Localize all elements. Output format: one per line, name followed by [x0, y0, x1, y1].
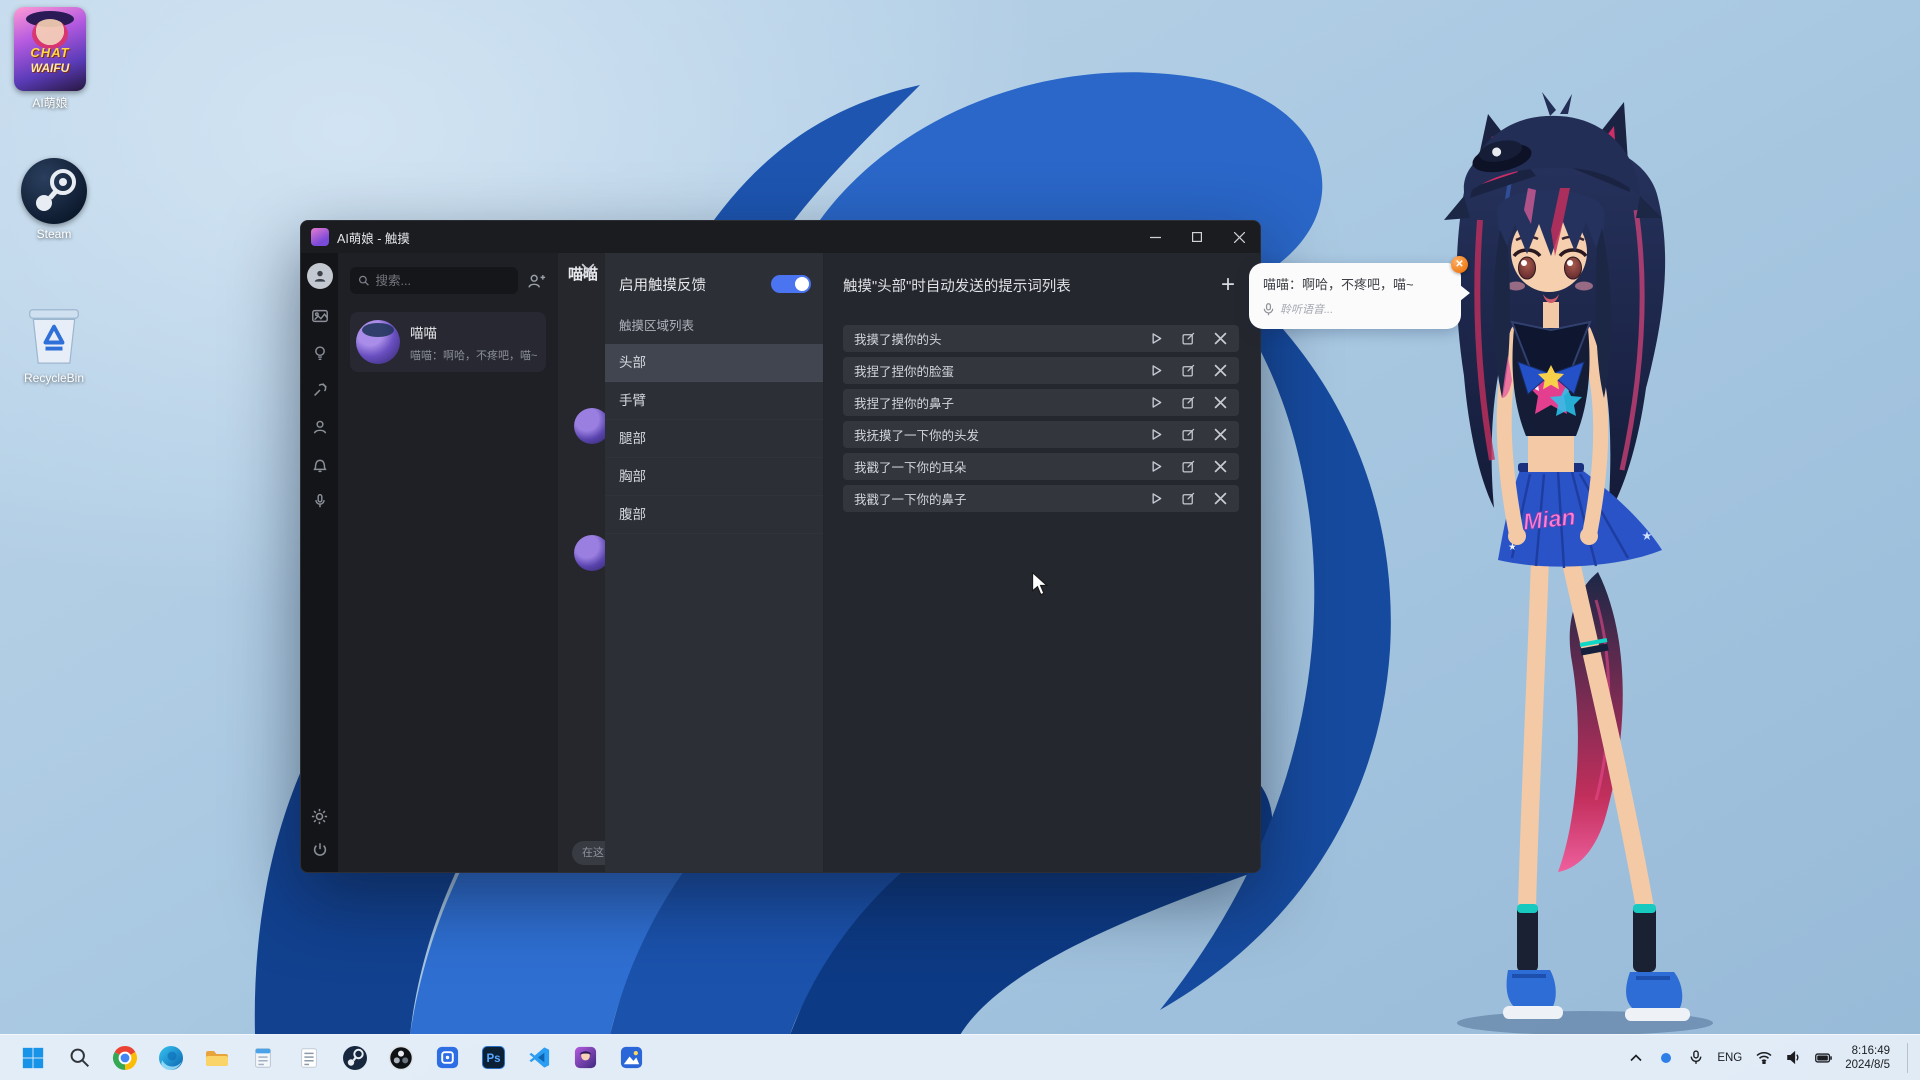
mouse-cursor	[0, 0, 1920, 1080]
